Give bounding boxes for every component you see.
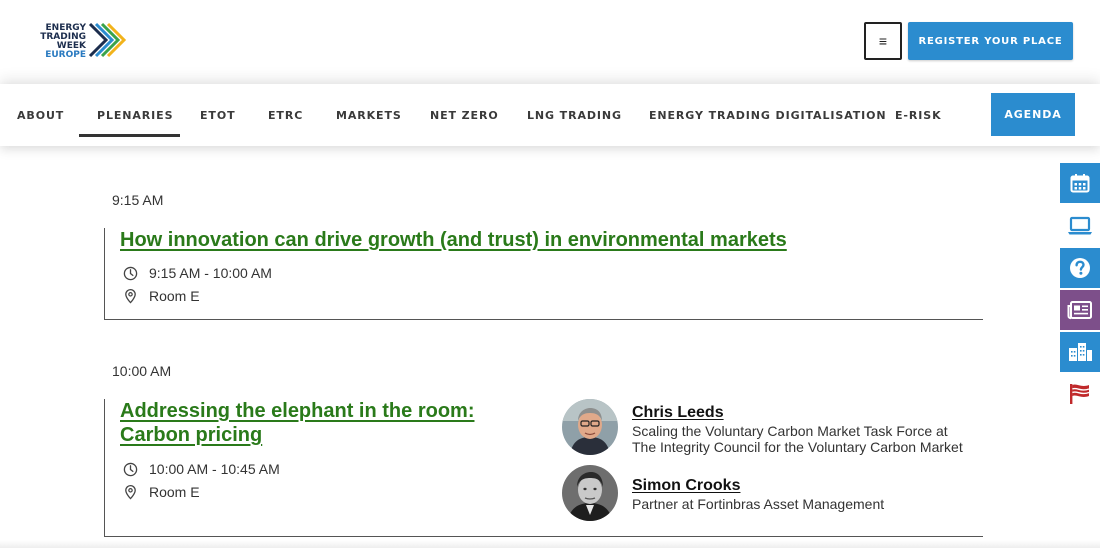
session-time-label: 9:15 AM <box>112 192 164 208</box>
session-time-range: 10:00 AM - 10:45 AM <box>149 461 280 477</box>
calendar-icon <box>1070 174 1090 193</box>
session-time-label: 10:00 AM <box>112 363 172 379</box>
speaker-photo <box>562 465 618 521</box>
session-room: Room E <box>149 288 200 304</box>
speaker-role: The Integrity Council for the Voluntary … <box>632 439 963 455</box>
page-fade <box>0 540 1100 548</box>
flag-icon <box>1070 384 1090 404</box>
clock-icon <box>123 266 138 280</box>
side-tab-calendar[interactable] <box>1060 163 1100 203</box>
session-time-range: 9:15 AM - 10:00 AM <box>149 265 272 281</box>
avatar[interactable] <box>562 399 618 455</box>
laptop-icon <box>1068 216 1092 235</box>
logo[interactable]: ENERGY TRADING WEEK EUROPE <box>14 22 127 62</box>
register-button[interactable]: REGISTER YOUR PLACE <box>908 22 1073 60</box>
newspaper-icon <box>1067 301 1092 320</box>
session-room: Room E <box>149 484 200 500</box>
side-tab-exhibitors[interactable] <box>1060 332 1100 372</box>
speaker-role: Scaling the Voluntary Carbon Market Task… <box>632 423 948 439</box>
nav-item-etot[interactable]: ETOT <box>200 109 235 122</box>
side-tab-laptop[interactable] <box>1060 206 1100 246</box>
session-room-row: Room E <box>123 288 200 304</box>
nav-active-indicator <box>79 134 180 137</box>
session-title-line: Carbon pricing <box>120 424 263 446</box>
side-tab-news[interactable] <box>1060 290 1100 330</box>
speaker-name-link[interactable]: Simon Crooks <box>632 477 740 495</box>
nav-item-energy-trading-digitalisation[interactable]: ENERGY TRADING DIGITALISATION <box>649 109 887 122</box>
speaker-card: Simon Crooks Partner at Fortinbras Asset… <box>562 465 982 521</box>
speaker-role: Partner at Fortinbras Asset Management <box>632 496 885 512</box>
question-icon <box>1070 258 1090 278</box>
logo-chevrons-icon <box>88 22 127 58</box>
session-title-link[interactable]: How innovation can drive growth (and tru… <box>120 228 787 252</box>
speaker-card: Chris Leeds Scaling the Voluntary Carbon… <box>562 399 982 455</box>
main-nav: ABOUT PLENARIES ETOT ETRC MARKETS NET ZE… <box>0 84 1100 146</box>
nav-item-about[interactable]: ABOUT <box>17 109 64 122</box>
nav-item-net-zero[interactable]: NET ZERO <box>430 109 499 122</box>
side-tab-help[interactable] <box>1060 248 1100 288</box>
session-room-row: Room E <box>123 484 200 500</box>
side-tab-flag[interactable] <box>1060 374 1100 414</box>
hamburger-icon: ≡ <box>878 33 888 49</box>
logo-text: ENERGY TRADING WEEK EUROPE <box>40 23 86 60</box>
site-header: ENERGY TRADING WEEK EUROPE ≡ REGISTER YO… <box>0 0 1100 84</box>
nav-item-lng-trading[interactable]: LNG TRADING <box>527 109 622 122</box>
nav-item-e-risk[interactable]: E-RISK <box>895 109 942 122</box>
clock-icon <box>123 462 138 476</box>
location-pin-icon <box>125 289 136 304</box>
session-time-row: 9:15 AM - 10:00 AM <box>123 265 272 281</box>
speaker-photo <box>562 399 618 455</box>
nav-item-etrc[interactable]: ETRC <box>268 109 303 122</box>
session-time-row: 10:00 AM - 10:45 AM <box>123 461 280 477</box>
buildings-icon <box>1069 343 1092 361</box>
session-card: How innovation can drive growth (and tru… <box>104 228 983 320</box>
nav-item-plenaries[interactable]: PLENARIES <box>97 109 173 122</box>
session-title-link[interactable]: Addressing the elephant in the room: Car… <box>120 399 474 447</box>
session-title-line: Addressing the elephant in the room: <box>120 400 475 422</box>
speaker-name-link[interactable]: Chris Leeds <box>632 404 724 422</box>
agenda-button[interactable]: AGENDA <box>991 93 1075 136</box>
nav-item-markets[interactable]: MARKETS <box>336 109 402 122</box>
avatar[interactable] <box>562 465 618 521</box>
menu-button[interactable]: ≡ <box>864 22 902 60</box>
location-pin-icon <box>125 485 136 500</box>
